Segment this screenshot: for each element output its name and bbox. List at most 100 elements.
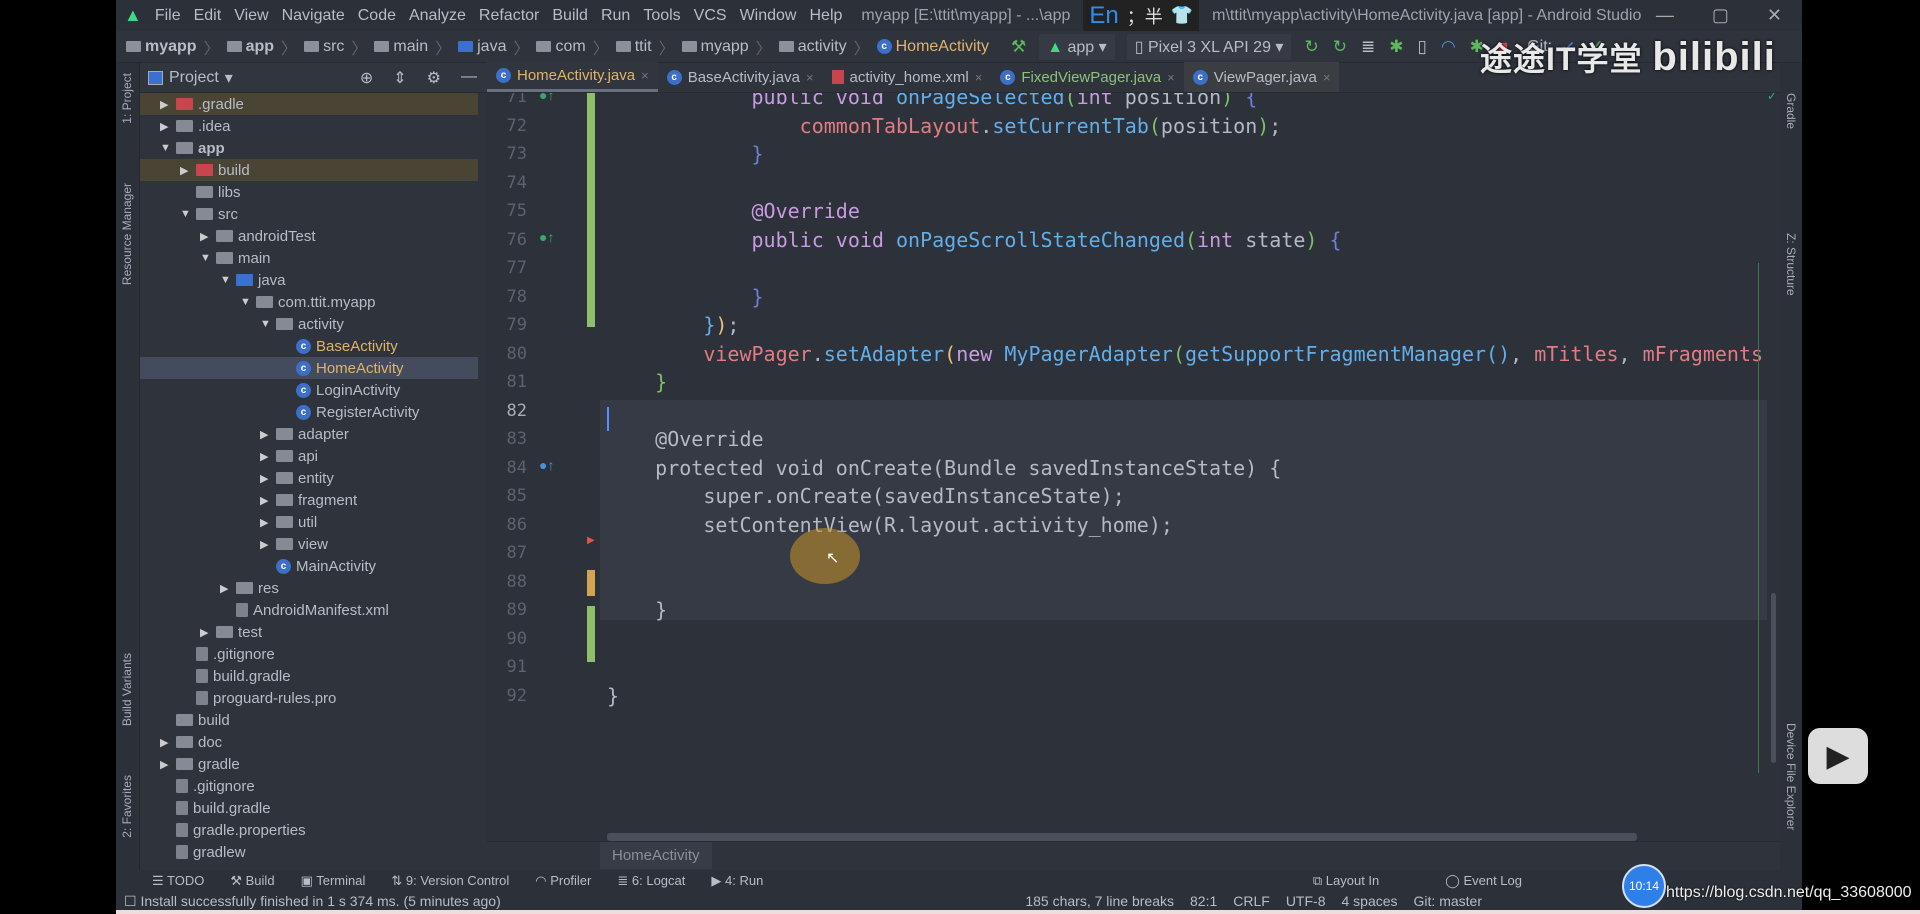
chevron-right-icon[interactable]: ▶	[260, 472, 276, 485]
tree-item[interactable]: ▶ util	[140, 511, 478, 533]
collapse-all-icon[interactable]: ⇕	[393, 68, 406, 88]
tree-item[interactable]: ▶ adapter	[140, 423, 478, 445]
chevron-right-icon[interactable]: ▶	[160, 98, 176, 111]
menu-code[interactable]: Code	[358, 7, 396, 25]
tool-todo[interactable]: ☰ TODO	[152, 873, 204, 889]
tool-project[interactable]: 1: Project	[120, 73, 134, 124]
close-button[interactable]: ✕	[1767, 5, 1782, 26]
tab-homeactivity-java[interactable]: c HomeActivity.java ×	[487, 62, 658, 92]
tool-device-file-explorer[interactable]: Device File Explorer	[1784, 723, 1798, 830]
play-button[interactable]: ▶	[1808, 728, 1868, 784]
tool-terminal[interactable]: ▣ Terminal	[301, 873, 366, 889]
profiler-icon[interactable]: ◠	[1441, 37, 1456, 57]
chevron-down-icon[interactable]: ▼	[180, 208, 196, 220]
chevron-down-icon[interactable]: ▼	[160, 142, 176, 154]
chevron-right-icon[interactable]: ▶	[260, 538, 276, 551]
close-tab-icon[interactable]: ×	[806, 70, 814, 85]
apply-changes-icon[interactable]: ↻	[1333, 37, 1347, 57]
tool-favorites[interactable]: 2: Favorites	[120, 775, 134, 838]
chevron-right-icon[interactable]: ▶	[180, 164, 196, 177]
tool-gradle[interactable]: Gradle	[1784, 93, 1798, 129]
tree-item[interactable]: ▶ .idea	[140, 115, 478, 137]
chevron-right-icon[interactable]: ▶	[160, 736, 176, 749]
breadcrumb-item[interactable]: HomeActivity	[600, 842, 712, 869]
tree-item[interactable]: ▶ fragment	[140, 489, 478, 511]
tree-item[interactable]: ▶ test	[140, 621, 478, 643]
menu-file[interactable]: File	[155, 7, 181, 25]
tree-item[interactable]: gradle.properties	[140, 819, 478, 841]
vertical-scrollbar[interactable]: ✓	[1767, 93, 1780, 833]
file-encoding[interactable]: UTF-8	[1286, 893, 1326, 909]
implements-icon[interactable]: ●↑	[539, 229, 554, 245]
menu-analyze[interactable]: Analyze	[409, 7, 466, 25]
tool-build-variants[interactable]: Build Variants	[120, 653, 134, 726]
breadcrumb-item[interactable]: activity	[798, 38, 847, 56]
tree-item[interactable]: c MainActivity	[140, 555, 478, 577]
breadcrumb-item[interactable]: ttit	[635, 38, 652, 56]
menu-window[interactable]: Window	[740, 7, 797, 25]
chevron-right-icon[interactable]: ▶	[160, 758, 176, 771]
tab-viewpager-java[interactable]: c ViewPager.java ×	[1183, 62, 1340, 92]
breadcrumb-item[interactable]: src	[323, 38, 344, 56]
menu-refactor[interactable]: Refactor	[479, 7, 539, 25]
breadcrumb-item[interactable]: myapp	[701, 38, 749, 56]
tree-item[interactable]: ▶ gradle	[140, 753, 478, 775]
tree-item[interactable]: ▶ entity	[140, 467, 478, 489]
tree-item[interactable]: ▼ src	[140, 203, 478, 225]
tree-item[interactable]: build.gradle	[140, 665, 478, 687]
tool-run[interactable]: ▶ 4: Run	[711, 873, 763, 889]
tab-baseactivity-java[interactable]: c BaseActivity.java ×	[658, 62, 823, 92]
tree-item[interactable]: ▼ app	[140, 137, 478, 159]
chevron-right-icon[interactable]: ▶	[220, 582, 236, 595]
implements-icon[interactable]: ●↑	[539, 93, 554, 103]
tool-logcat[interactable]: ≣ 6: Logcat	[617, 873, 685, 889]
close-tab-icon[interactable]: ×	[641, 68, 649, 83]
attach-icon[interactable]: ▯	[1417, 37, 1426, 57]
chevron-right-icon[interactable]: ▶	[200, 230, 216, 243]
apply-code-icon[interactable]: ≣	[1361, 37, 1375, 57]
tree-item[interactable]: .gitignore	[140, 643, 478, 665]
breadcrumb-item[interactable]: app	[246, 38, 274, 56]
maximize-button[interactable]: ▢	[1712, 5, 1729, 26]
chevron-right-icon[interactable]: ▶	[260, 516, 276, 529]
tree-item[interactable]: ▶ .gradle	[140, 93, 478, 115]
tree-item[interactable]: ▶ doc	[140, 731, 478, 753]
horizontal-scrollbar[interactable]	[607, 833, 1637, 841]
tree-item[interactable]: build.gradle	[140, 797, 478, 819]
tree-item[interactable]: ▶ view	[140, 533, 478, 555]
close-tab-icon[interactable]: ×	[1323, 70, 1331, 85]
tool-resource-manager[interactable]: Resource Manager	[120, 183, 134, 285]
hide-icon[interactable]: —	[461, 68, 477, 88]
menu-navigate[interactable]: Navigate	[282, 7, 345, 25]
git-branch[interactable]: Git: master	[1414, 893, 1482, 909]
menu-help[interactable]: Help	[809, 7, 842, 25]
tree-item[interactable]: c HomeActivity	[140, 357, 478, 379]
tool-layout-inspector[interactable]: ⧉ Layout In	[1313, 873, 1379, 889]
tool-build[interactable]: ⚒ Build	[230, 873, 274, 889]
tree-item[interactable]: gradlew	[140, 841, 478, 863]
tool-version-control[interactable]: ⇅ 9: Version Control	[391, 873, 509, 889]
tree-item[interactable]: .gitignore	[140, 775, 478, 797]
tree-item[interactable]: ▶ build	[140, 159, 478, 181]
tree-item[interactable]: build	[140, 709, 478, 731]
chevron-down-icon[interactable]: ▼	[240, 296, 256, 308]
debug-icon[interactable]: ✱	[1389, 37, 1403, 57]
breadcrumb-item[interactable]: myapp	[145, 38, 197, 56]
tool-event-log[interactable]: ◯ Event Log	[1445, 873, 1522, 889]
line-separator[interactable]: CRLF	[1233, 893, 1270, 909]
tree-item[interactable]: ▶ api	[140, 445, 478, 467]
indent-setting[interactable]: 4 spaces	[1341, 893, 1397, 909]
status-icon[interactable]: ☐	[124, 893, 140, 910]
breadcrumb-item[interactable]: java	[477, 38, 506, 56]
override-icon[interactable]: ●↑	[539, 457, 554, 473]
rerun-icon[interactable]: ↻	[1304, 37, 1318, 57]
close-tab-icon[interactable]: ×	[975, 70, 983, 85]
chevron-right-icon[interactable]: ▶	[160, 120, 176, 133]
chevron-down-icon[interactable]: ▼	[220, 274, 236, 286]
tab-fixedviewpager-java[interactable]: c FixedViewPager.java ×	[991, 62, 1183, 92]
breadcrumb-item[interactable]: main	[393, 38, 428, 56]
menu-edit[interactable]: Edit	[194, 7, 222, 25]
breadcrumb-item[interactable]: com	[555, 38, 585, 56]
chevron-right-icon[interactable]: ▶	[260, 494, 276, 507]
caret-position[interactable]: 82:1	[1190, 893, 1217, 909]
